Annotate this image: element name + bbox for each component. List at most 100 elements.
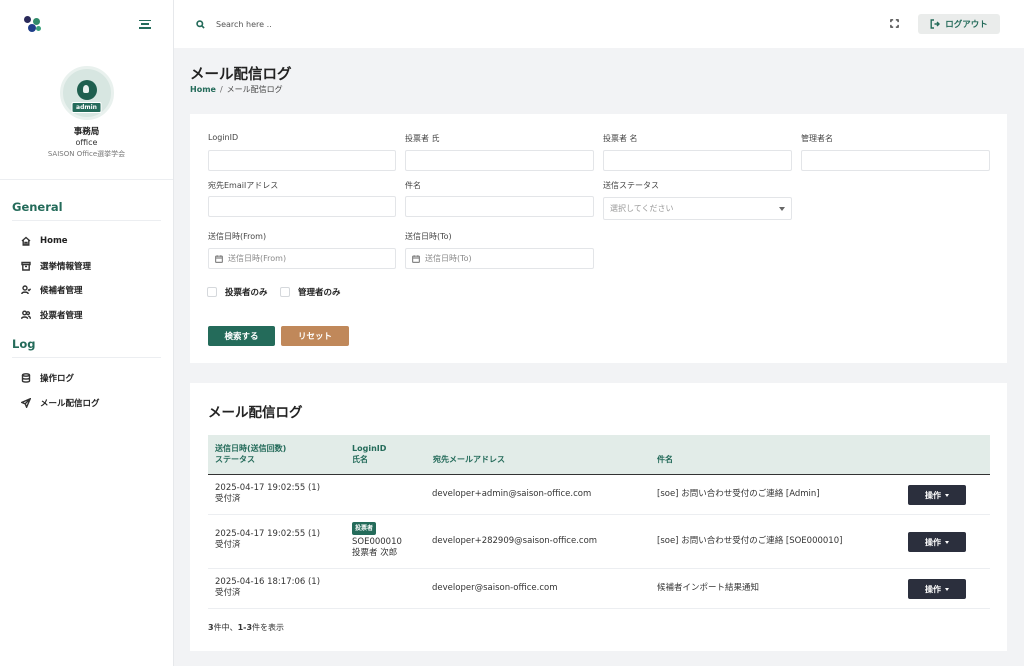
archive-icon xyxy=(20,260,31,271)
filter-panel: LoginID 投票者 氏 投票者 名 管理者名 宛先Emailアドレス 件名 … xyxy=(190,114,1007,363)
label-status: 送信ステータス xyxy=(603,181,659,190)
cell-datetime: 2025-04-17 19:02:55 (1) 受付済 xyxy=(215,483,321,504)
sidebar-item-label: 選挙情報管理 xyxy=(40,261,92,272)
admin-badge: admin xyxy=(71,102,102,113)
cell-datetime: 2025-04-16 18:17:06 (1) 受付済 xyxy=(215,577,321,598)
breadcrumb-home[interactable]: Home xyxy=(190,85,216,94)
app-logo[interactable] xyxy=(24,15,42,33)
sidebar-item-operation-log[interactable]: 操作ログ xyxy=(20,366,161,391)
cell-login-name: 投票者 SOE000010 投票者 次郎 xyxy=(352,522,402,559)
admins-only-option[interactable]: 管理者のみ xyxy=(280,286,341,298)
chevron-down-icon xyxy=(945,493,949,497)
date-from-placeholder: 送信日時(From) xyxy=(228,254,287,263)
sidebar-item-label: Home xyxy=(40,236,68,247)
profile-role: office xyxy=(75,138,98,147)
breadcrumb: Home / メール配信ログ xyxy=(190,84,283,95)
database-icon xyxy=(20,373,31,384)
sidebar-item-home[interactable]: Home xyxy=(20,229,161,254)
voter-first-name-input[interactable] xyxy=(603,150,792,171)
date-to-input[interactable]: 送信日時(To) xyxy=(405,248,594,269)
row-actions-button[interactable]: 操作 xyxy=(908,485,966,505)
sidebar-top xyxy=(0,0,173,48)
sidebar-item-label: 投票者管理 xyxy=(40,310,83,321)
col-subject: 件名 xyxy=(657,455,673,464)
top-header: ログアウト xyxy=(174,0,1024,48)
cell-subject: 候補者インポート結果通知 xyxy=(657,583,760,593)
col-datetime-status: 送信日時(送信回数) ステータス xyxy=(215,444,287,464)
user-profile: admin 事務局 office SAISON Office選挙学会 xyxy=(0,48,173,180)
calendar-icon xyxy=(215,254,223,263)
date-to-placeholder: 送信日時(To) xyxy=(425,254,472,263)
chevron-down-icon xyxy=(945,587,949,591)
subject-input[interactable] xyxy=(405,196,594,217)
label-date-to: 送信日時(To) xyxy=(405,232,452,241)
status-select[interactable]: 選択してください xyxy=(603,197,792,220)
calendar-icon xyxy=(412,254,420,263)
reset-button[interactable]: リセット xyxy=(281,326,349,346)
cell-email: developer+282909@saison-office.com xyxy=(432,536,598,546)
sidebar: admin 事務局 office SAISON Office選挙学会 Gener… xyxy=(0,0,174,666)
voters-only-label: 投票者のみ xyxy=(225,288,268,298)
label-login-id: LoginID xyxy=(208,133,239,142)
sidebar-item-label: 操作ログ xyxy=(40,374,75,385)
search-icon[interactable] xyxy=(196,19,205,29)
sidebar-item-election[interactable]: 選挙情報管理 xyxy=(20,254,161,279)
fullscreen-icon[interactable] xyxy=(890,19,899,28)
list-title: メール配信ログ xyxy=(208,405,303,421)
breadcrumb-current: メール配信ログ xyxy=(226,85,283,94)
admins-only-label: 管理者のみ xyxy=(298,288,341,298)
row-actions-button[interactable]: 操作 xyxy=(908,532,966,552)
chevron-down-icon xyxy=(779,206,785,211)
users-icon xyxy=(20,309,31,320)
send-icon xyxy=(20,397,31,408)
sidebar-item-label: 候補者管理 xyxy=(40,286,83,297)
menu-toggle-icon[interactable] xyxy=(139,19,151,29)
cell-datetime: 2025-04-17 19:02:55 (1) 受付済 xyxy=(215,529,321,550)
sidebar-item-mail-log[interactable]: メール配信ログ xyxy=(20,391,161,416)
status-select-placeholder: 選択してください xyxy=(610,204,674,213)
voter-last-name-input[interactable] xyxy=(405,150,594,171)
table-row: 2025-04-17 19:02:55 (1) 受付済 投票者 SOE000010… xyxy=(208,515,990,569)
sidebar-item-voters[interactable]: 投票者管理 xyxy=(20,303,161,328)
chevron-down-icon xyxy=(945,540,949,544)
cell-subject: [soe] お問い合わせ受付のご連絡 [SOE000010] xyxy=(657,536,843,546)
col-login-name: LoginID 氏名 xyxy=(352,444,387,464)
logout-button[interactable]: ログアウト xyxy=(918,14,1000,34)
profile-org: SAISON Office選挙学会 xyxy=(47,150,126,158)
logout-icon xyxy=(930,19,941,29)
mail-log-list: メール配信ログ 送信日時(送信回数) ステータス LoginID 氏名 宛先メールア… xyxy=(190,383,1007,651)
search-bar xyxy=(196,19,416,29)
sidebar-item-label: メール配信ログ xyxy=(40,398,100,409)
table-header: 送信日時(送信回数) ステータス LoginID 氏名 宛先メールアドレス 件名 xyxy=(208,435,990,475)
sidebar-item-candidates[interactable]: 候補者管理 xyxy=(20,278,161,303)
nav-title-log: Log xyxy=(12,327,161,358)
admins-only-checkbox[interactable] xyxy=(280,287,290,297)
breadcrumb-separator: / xyxy=(219,85,223,94)
user-icon xyxy=(76,80,97,100)
voter-badge: 投票者 xyxy=(352,522,377,535)
user-check-icon xyxy=(20,285,31,296)
label-date-from: 送信日時(From) xyxy=(208,232,267,241)
voters-only-checkbox[interactable] xyxy=(207,287,217,297)
admin-name-input[interactable] xyxy=(801,150,990,171)
label-voter-first: 投票者 名 xyxy=(603,134,638,143)
email-input[interactable] xyxy=(208,196,396,217)
label-admin-name: 管理者名 xyxy=(801,134,833,143)
voters-only-option[interactable]: 投票者のみ xyxy=(207,286,268,298)
login-id-input[interactable] xyxy=(208,150,396,171)
label-subject: 件名 xyxy=(405,181,421,190)
table-row: 2025-04-16 18:17:06 (1) 受付済 developer@sai… xyxy=(208,569,990,609)
cell-email: developer+admin@saison-office.com xyxy=(432,489,592,499)
home-icon xyxy=(20,236,31,247)
nav-general: General Home 選挙情報管理 候補者管理 投票者管理 Log 操作ログ… xyxy=(0,180,173,415)
search-input[interactable] xyxy=(216,19,416,29)
result-summary: 3件中、1-3件を表示 xyxy=(208,623,285,632)
nav-title-general: General xyxy=(12,180,161,221)
cell-subject: [soe] お問い合わせ受付のご連絡 [Admin] xyxy=(657,489,820,499)
col-email: 宛先メールアドレス xyxy=(433,455,505,464)
search-button[interactable]: 検索する xyxy=(208,326,275,346)
avatar: admin xyxy=(59,66,114,120)
cell-email: developer@saison-office.com xyxy=(432,583,558,593)
date-from-input[interactable]: 送信日時(From) xyxy=(208,248,396,269)
row-actions-button[interactable]: 操作 xyxy=(908,579,966,599)
